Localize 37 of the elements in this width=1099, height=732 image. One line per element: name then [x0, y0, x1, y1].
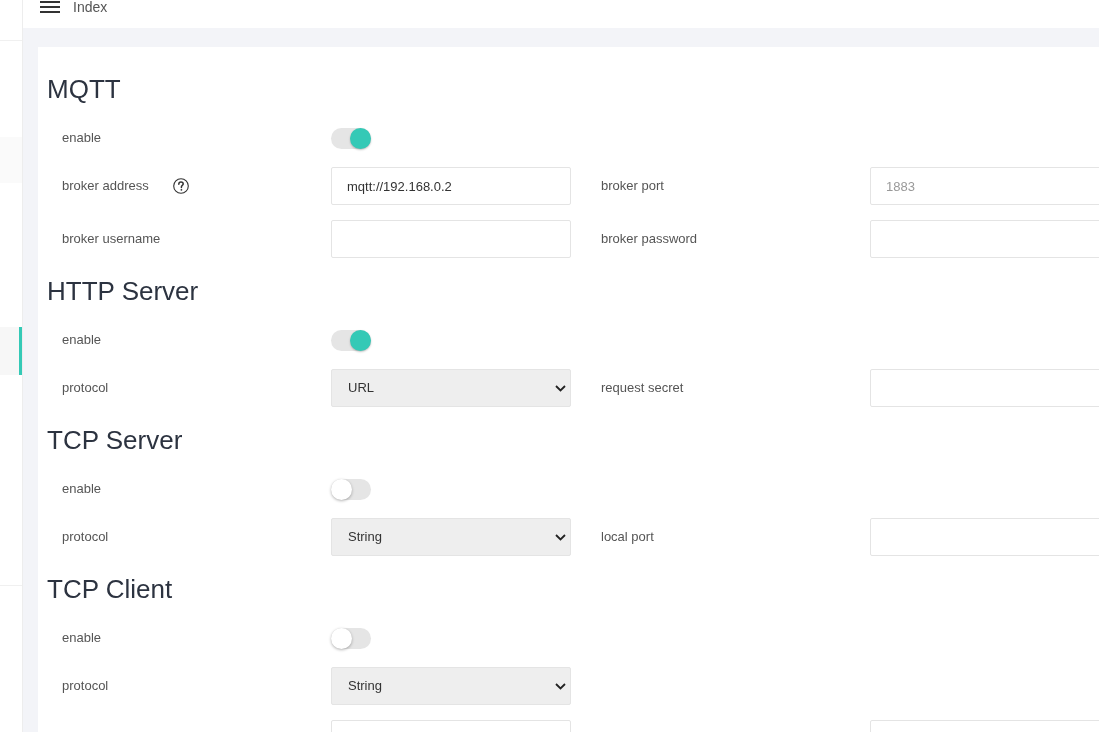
toggle-switch[interactable] [331, 478, 371, 500]
menu-icon[interactable] [40, 1, 60, 13]
field-label: protocol [62, 677, 109, 696]
field-label: protocol [62, 528, 109, 547]
field-label: enable [62, 629, 102, 648]
text-field[interactable] [331, 220, 571, 258]
section-heading: HTTP Server [47, 275, 199, 308]
sidebar-item[interactable] [0, 327, 22, 375]
field-label: broker address [62, 177, 149, 196]
text-field[interactable] [870, 369, 1099, 407]
dropdown-select[interactable]: URL [331, 369, 571, 407]
chevron-down-icon [555, 683, 566, 690]
text-field[interactable] [870, 220, 1099, 258]
help-icon[interactable] [172, 178, 189, 194]
field-label: local port [601, 528, 654, 547]
text-field[interactable] [870, 518, 1099, 556]
field-label: request secret [601, 379, 684, 398]
dropdown-select[interactable]: String [331, 667, 571, 705]
field-label: enable [62, 129, 102, 148]
section-heading: TCP Client [47, 573, 173, 606]
page-title: Index [73, 0, 108, 14]
field-label: broker port [601, 177, 664, 196]
chevron-down-icon [555, 534, 566, 541]
dropdown-select[interactable]: String [331, 518, 571, 556]
toggle-switch[interactable] [331, 127, 371, 149]
toggle-switch[interactable] [331, 627, 371, 649]
field-label: protocol [62, 379, 109, 398]
field-label: enable [62, 480, 102, 499]
field-label: enable [62, 331, 102, 350]
text-field[interactable]: 1883 [870, 167, 1099, 205]
text-field[interactable]: mqtt://192.168.0.2 [331, 167, 571, 205]
section-heading: TCP Server [47, 424, 183, 457]
field-label: broker password [601, 230, 698, 249]
chevron-down-icon [555, 385, 566, 392]
section-heading: MQTT [47, 73, 121, 106]
toggle-switch[interactable] [331, 329, 371, 351]
field-label: broker username [62, 230, 161, 249]
